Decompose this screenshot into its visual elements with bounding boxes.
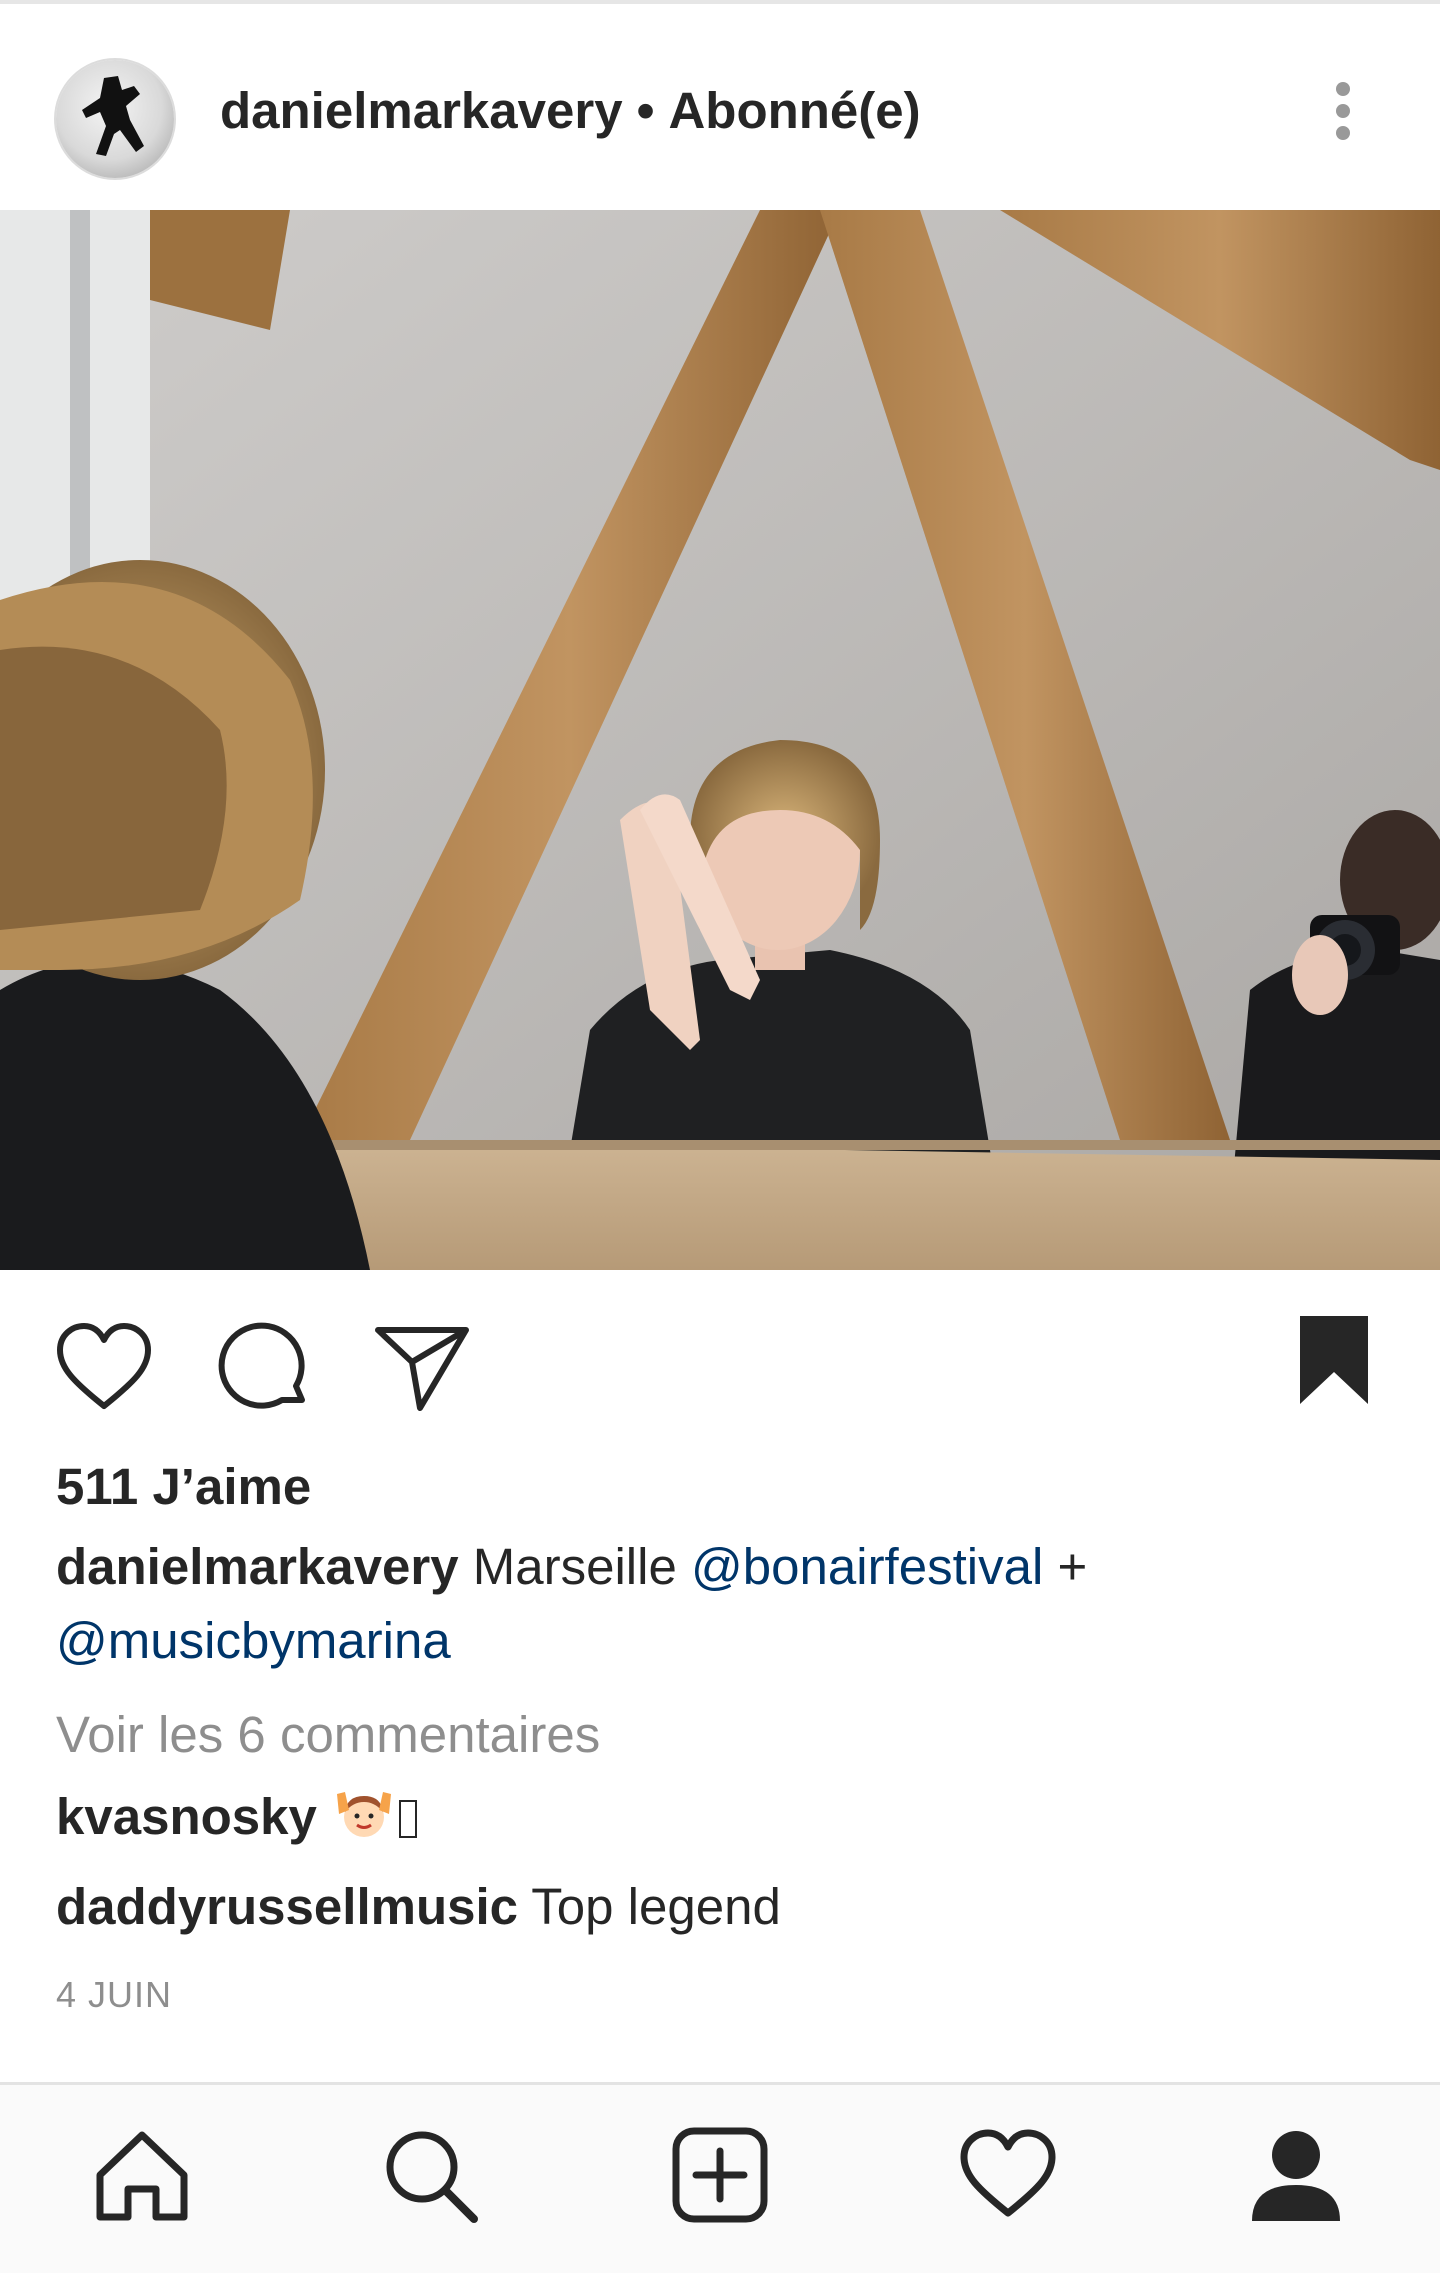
comment-bubble-icon[interactable] <box>216 1320 312 1416</box>
post-date: 4 JUIN <box>56 1974 173 2015</box>
post-photo[interactable] <box>0 210 1440 1270</box>
view-all-comments-link[interactable]: Voir les 6 commentaires <box>56 1700 600 1770</box>
comment-text: Top legend <box>531 1878 781 1935</box>
caption-username[interactable]: danielmarkavery <box>56 1538 459 1595</box>
avatar[interactable] <box>56 60 174 178</box>
like-count[interactable]: 511 J’aime <box>56 1452 311 1522</box>
more-vertical-icon[interactable] <box>1322 78 1362 144</box>
heart-icon[interactable] <box>958 2125 1058 2225</box>
profile-filled-icon[interactable] <box>1246 2125 1346 2225</box>
raising-hands-face-emoji-icon <box>335 1784 393 1842</box>
search-icon[interactable] <box>380 2125 480 2225</box>
comment-row: kvasnosky <box>56 1782 417 1852</box>
caption-plus: + <box>1057 1538 1088 1595</box>
follow-status[interactable]: Abonné(e) <box>668 82 920 139</box>
post-header: danielmarkavery • Abonné(e) <box>0 4 1440 210</box>
action-bar <box>0 1300 1440 1430</box>
caption-mention-bonairfestival[interactable]: @bonairfestival <box>691 1538 1043 1595</box>
header-username[interactable]: danielmarkavery <box>220 82 623 139</box>
comment-username[interactable]: kvasnosky <box>56 1788 317 1845</box>
header-title: danielmarkavery • Abonné(e) <box>220 76 921 146</box>
post-caption: danielmarkavery Marseille @bonairfestiva… <box>56 1530 1386 1678</box>
paper-plane-icon[interactable] <box>372 1318 472 1418</box>
bottom-navigation <box>0 2082 1440 2273</box>
comment-username[interactable]: daddyrussellmusic <box>56 1878 518 1935</box>
caption-text: Marseille <box>472 1538 677 1595</box>
caption-mention-musicbymarina[interactable]: @musicbymarina <box>56 1612 451 1669</box>
comment-row: daddyrussellmusic Top legend <box>56 1872 781 1942</box>
heart-outline-icon[interactable] <box>54 1320 154 1416</box>
bookmark-filled-icon[interactable] <box>1296 1312 1372 1408</box>
header-separator: • <box>636 82 655 139</box>
plus-square-icon[interactable] <box>670 2125 770 2225</box>
unrendered-glyph-icon <box>398 1800 417 1838</box>
home-icon[interactable] <box>92 2125 192 2225</box>
